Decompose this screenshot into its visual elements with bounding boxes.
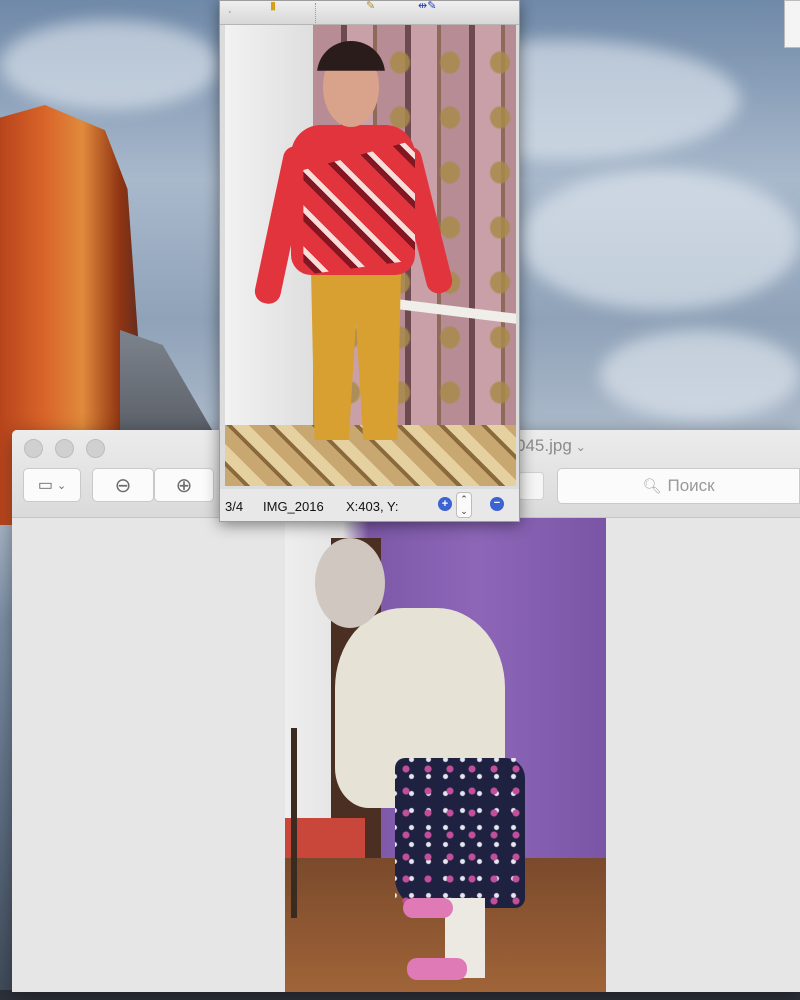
image-counter: 3/4	[225, 499, 244, 514]
image-filename: IMG_2016	[263, 499, 324, 514]
image-viewer-window: · ▮ ✎ ⇹✎ 3/4 IMG_2016 X:403, Y: + ⌃ ⌄ −	[219, 0, 520, 522]
search-field[interactable]: 🔍︎ Поиск	[557, 468, 800, 504]
zoom-stepper[interactable]: ⌃ ⌄	[456, 492, 472, 518]
preview-image	[285, 518, 606, 992]
zoom-in-button[interactable]: ⊕	[154, 468, 214, 502]
desktop-document-edge[interactable]	[784, 0, 800, 48]
minimize-button[interactable]	[55, 439, 74, 458]
viewer-image	[225, 25, 516, 486]
search-placeholder: Поиск	[667, 476, 715, 495]
viewer-toolbar: · ▮ ✎ ⇹✎	[220, 1, 519, 25]
window-title[interactable]: 045.jpg ⌄	[516, 436, 586, 456]
zoom-out-icon: ⊖	[114, 474, 132, 497]
pencil-icon[interactable]: ✎	[366, 1, 375, 12]
zoom-window-button[interactable]	[86, 439, 105, 458]
share-button[interactable]	[518, 472, 544, 500]
cursor-coordinates: X:403, Y:	[346, 499, 399, 514]
viewer-status-bar: 3/4 IMG_2016 X:403, Y: + ⌃ ⌄ −	[220, 489, 519, 521]
stepper-up-icon[interactable]: ⌃	[457, 493, 471, 505]
chevron-down-icon: ⌄	[56, 479, 67, 492]
zoom-out-button[interactable]: ⊖	[92, 468, 154, 502]
window-title-text: 045.jpg	[516, 436, 572, 455]
zoom-in-icon: ⊕	[175, 474, 193, 497]
dot-icon: ·	[228, 6, 232, 18]
open-folder-icon[interactable]: ▮	[270, 1, 276, 12]
stepper-down-icon[interactable]: ⌄	[457, 505, 471, 517]
sidebar-toggle-button[interactable]: ▭ ⌄	[23, 468, 81, 502]
sidebar-icon: ▭	[37, 477, 53, 494]
zoom-in-icon[interactable]: +	[438, 497, 452, 511]
close-button[interactable]	[24, 439, 43, 458]
search-icon: 🔍︎	[642, 478, 662, 495]
zoom-out-icon[interactable]: −	[490, 497, 504, 511]
resize-icon[interactable]: ⇹✎	[418, 1, 436, 12]
title-chevron-icon: ⌄	[575, 440, 586, 454]
